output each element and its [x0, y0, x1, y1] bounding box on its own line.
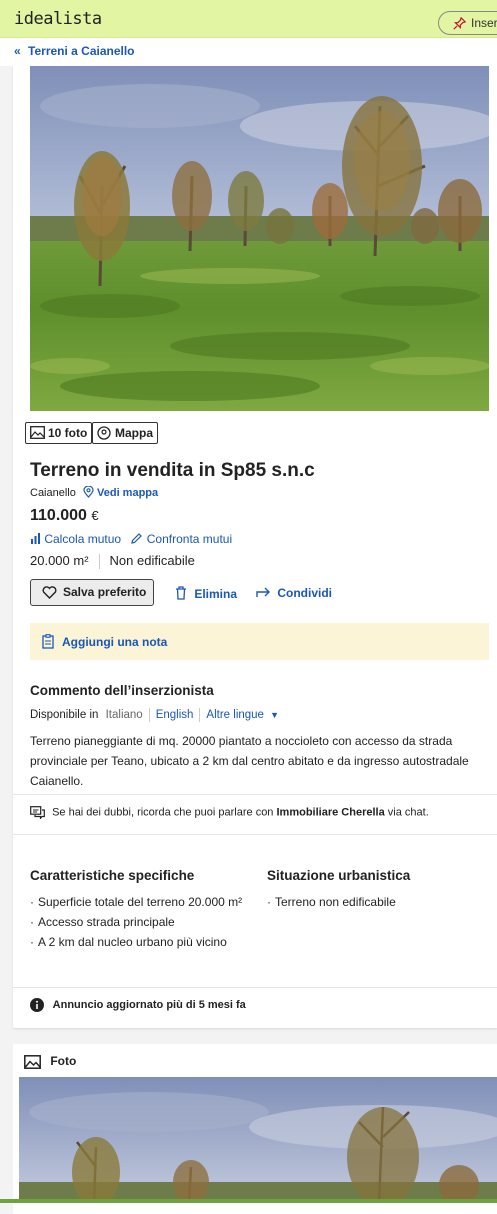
urban-situation-list: Terreno non edificabile: [267, 892, 487, 912]
feature-item: A 2 km dal nucleo urbano più vicino: [30, 932, 250, 952]
compare-mortgages-label: Confronta mutui: [146, 532, 233, 546]
urban-item: Terreno non edificabile: [267, 892, 487, 912]
divider: [199, 708, 201, 722]
divider: [13, 987, 497, 988]
listing-location: Caianello Vedi mappa: [30, 485, 159, 499]
chat-hint: Se hai dei dubbi, ricorda che puoi parla…: [30, 806, 429, 820]
comment-heading: Commento dell’inserzionista: [30, 683, 214, 698]
feature-item: Superficie totale del terreno 20.000 m²: [30, 892, 250, 912]
breadcrumb-label: Terreni a Caianello: [28, 44, 135, 58]
calc-mortgage-link[interactable]: Calcola mutuo: [30, 532, 124, 546]
listing-specs: 20.000 m² Non edificabile: [30, 553, 195, 570]
lang-english-link[interactable]: English: [156, 709, 194, 721]
listing-price: 110.000 €: [30, 507, 99, 525]
save-favorite-label: Salva preferito: [63, 585, 147, 599]
feature-item: Accesso strada principale: [30, 912, 250, 932]
pin-icon: [453, 17, 466, 30]
share-button[interactable]: Condividi: [256, 586, 332, 600]
buildable-status: Non edificabile: [109, 553, 195, 568]
breadcrumb: « Terreni a Caianello: [0, 38, 497, 66]
location-text: Caianello: [30, 487, 76, 499]
add-note-label: Aggiungi una nota: [62, 635, 168, 649]
agency-name[interactable]: Immobiliare Cherella: [277, 806, 385, 818]
delete-label: Elimina: [194, 587, 238, 601]
photo-icon: [30, 426, 45, 439]
insert-listing-label: Inser: [471, 16, 497, 30]
trash-icon: [176, 586, 186, 600]
see-map-link[interactable]: Vedi mappa: [83, 485, 159, 499]
heart-icon: [42, 586, 57, 599]
save-favorite-button[interactable]: Salva preferito: [30, 579, 154, 606]
see-map-label: Vedi mappa: [97, 487, 159, 499]
bottom-accent-bar: [0, 1199, 497, 1203]
price-value: 110.000: [30, 507, 87, 524]
specific-features-list: Superficie totale del terreno 20.000 m² …: [30, 892, 250, 952]
map-label: Mappa: [115, 426, 154, 440]
divider: [98, 554, 100, 570]
idealista-logo[interactable]: idealista: [14, 9, 102, 29]
pencil-icon: [131, 533, 143, 544]
calc-mortgage-label: Calcola mutuo: [44, 532, 122, 546]
gallery-heading: Foto: [24, 1054, 76, 1069]
top-bar: idealista Inser: [0, 0, 497, 38]
language-selector: Disponibile in Italiano English Altre ling…: [30, 708, 279, 722]
caret-down-icon: ▼: [270, 710, 280, 721]
compare-mortgages-link[interactable]: Confronta mutui: [130, 532, 232, 546]
other-languages-label: Altre lingue: [206, 709, 264, 722]
other-languages-dropdown[interactable]: Altre lingue ▼: [206, 709, 279, 721]
chat-suffix: via chat.: [387, 806, 429, 819]
gallery-heading-label: Foto: [50, 1054, 77, 1068]
divider: [13, 794, 497, 795]
share-icon: [256, 587, 270, 597]
chat-icon: [30, 806, 45, 820]
urban-situation-heading: Situazione urbanistica: [267, 868, 411, 883]
photos-label: 10 foto: [48, 426, 88, 440]
chart-icon: [31, 533, 40, 544]
listing-description: Terreno pianeggiante di mq. 20000 pianta…: [30, 734, 469, 788]
share-label: Condividi: [277, 586, 333, 600]
divider: [148, 708, 150, 722]
map-button[interactable]: Mappa: [92, 422, 159, 444]
lang-italian: Italiano: [105, 709, 143, 722]
location-icon: [83, 485, 94, 498]
chat-prefix: Se hai dei dubbi, ricorda che puoi parla…: [52, 806, 274, 819]
surface-value: 20.000 m²: [30, 553, 89, 568]
main-photo[interactable]: [30, 66, 489, 411]
price-currency: €: [91, 508, 99, 523]
add-note-box[interactable]: Aggiungi una nota: [30, 623, 489, 660]
image-icon: [24, 1054, 41, 1069]
last-updated-text: Annuncio aggiornato più di 5 mesi fa: [52, 998, 246, 1011]
double-chevron-left-icon: «: [14, 44, 21, 58]
info-icon: [30, 998, 44, 1012]
mortgage-links: Calcola mutuo Confronta mutui: [30, 532, 232, 546]
divider: [13, 834, 497, 835]
insert-listing-button[interactable]: Inser: [438, 11, 497, 35]
last-updated-notice: Annuncio aggiornato più di 5 mesi fa: [30, 998, 246, 1012]
listing-title: Terreno in vendita in Sp85 s.n.c: [30, 460, 315, 481]
specific-features-heading: Caratteristiche specifiche: [30, 868, 195, 883]
delete-button[interactable]: Elimina: [175, 586, 237, 601]
gallery-photo[interactable]: [19, 1077, 497, 1203]
available-in-label: Disponibile in: [30, 709, 99, 722]
location-icon: [97, 426, 111, 440]
note-icon: [42, 634, 54, 649]
breadcrumb-back-link[interactable]: « Terreni a Caianello: [14, 44, 135, 58]
photos-button[interactable]: 10 foto: [25, 422, 93, 444]
